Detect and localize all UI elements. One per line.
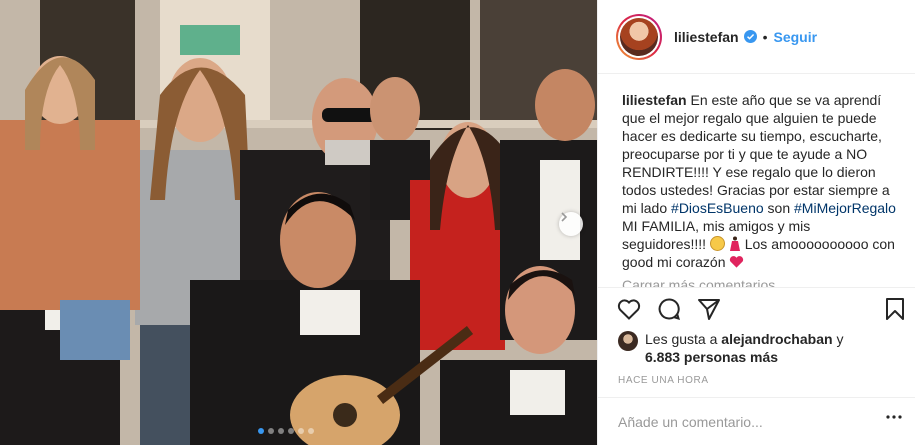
heart-icon bbox=[617, 298, 641, 320]
liker-avatar[interactable] bbox=[618, 331, 638, 351]
caption: liliestefan En este año que se va aprend… bbox=[622, 91, 896, 271]
smile-emoji-icon bbox=[709, 236, 725, 251]
post-timestamp[interactable]: HACE UNA HORA bbox=[618, 375, 709, 386]
carousel-dot bbox=[308, 428, 314, 434]
comment-button[interactable] bbox=[656, 296, 682, 322]
carousel-indicator bbox=[258, 428, 314, 434]
carousel-dot bbox=[268, 428, 274, 434]
hashtag-link[interactable]: #DiosEsBueno bbox=[671, 200, 764, 216]
carousel-dot bbox=[298, 428, 304, 434]
header-separator: • bbox=[762, 28, 768, 45]
carousel-dot bbox=[278, 428, 284, 434]
likes-prefix: Les gusta a bbox=[645, 331, 718, 347]
share-button[interactable] bbox=[696, 296, 722, 322]
more-icon[interactable] bbox=[886, 415, 902, 419]
verified-icon bbox=[743, 30, 757, 43]
hashtag-link[interactable]: #MiMejorRegalo bbox=[794, 200, 896, 216]
photo-scene bbox=[0, 0, 597, 445]
post-photo[interactable] bbox=[0, 0, 597, 445]
save-button[interactable] bbox=[882, 296, 908, 322]
avatar[interactable] bbox=[616, 13, 662, 60]
like-button[interactable] bbox=[616, 296, 642, 322]
header-username[interactable]: liliestefan bbox=[674, 29, 739, 45]
heart-emoji-icon bbox=[730, 256, 744, 268]
avatar-image bbox=[620, 17, 658, 56]
post-side-panel: liliestefan • Seguir liliestefan En este… bbox=[597, 0, 915, 445]
post-header: liliestefan • Seguir bbox=[598, 0, 915, 74]
dancer-emoji-icon bbox=[729, 236, 740, 251]
comment-form bbox=[598, 397, 915, 445]
share-icon bbox=[698, 298, 720, 320]
caption-username[interactable]: liliestefan bbox=[622, 92, 687, 108]
load-more-comments-link[interactable]: Cargar más comentarios bbox=[622, 277, 896, 287]
likes-joiner: y bbox=[836, 331, 844, 347]
bookmark-icon bbox=[886, 298, 904, 320]
carousel-dot bbox=[288, 428, 294, 434]
likes-summary: Les gusta a alejandrochaban y 6.883 pers… bbox=[618, 330, 908, 366]
caption-text-1: En este año que se va aprendí que el mej… bbox=[622, 92, 890, 216]
carousel-next-button[interactable] bbox=[559, 212, 583, 236]
liker-username[interactable]: alejandrochaban bbox=[721, 331, 832, 347]
likes-count[interactable]: 6.883 personas más bbox=[645, 349, 778, 365]
comment-icon bbox=[658, 297, 680, 320]
comments-area[interactable]: liliestefan En este año que se va aprend… bbox=[598, 75, 915, 287]
caption-text-2: son bbox=[767, 200, 791, 216]
chevron-right-icon bbox=[561, 212, 568, 222]
comment-input[interactable] bbox=[618, 413, 868, 430]
follow-button[interactable]: Seguir bbox=[774, 29, 818, 45]
carousel-dot-active bbox=[258, 428, 264, 434]
action-bar bbox=[598, 287, 915, 329]
